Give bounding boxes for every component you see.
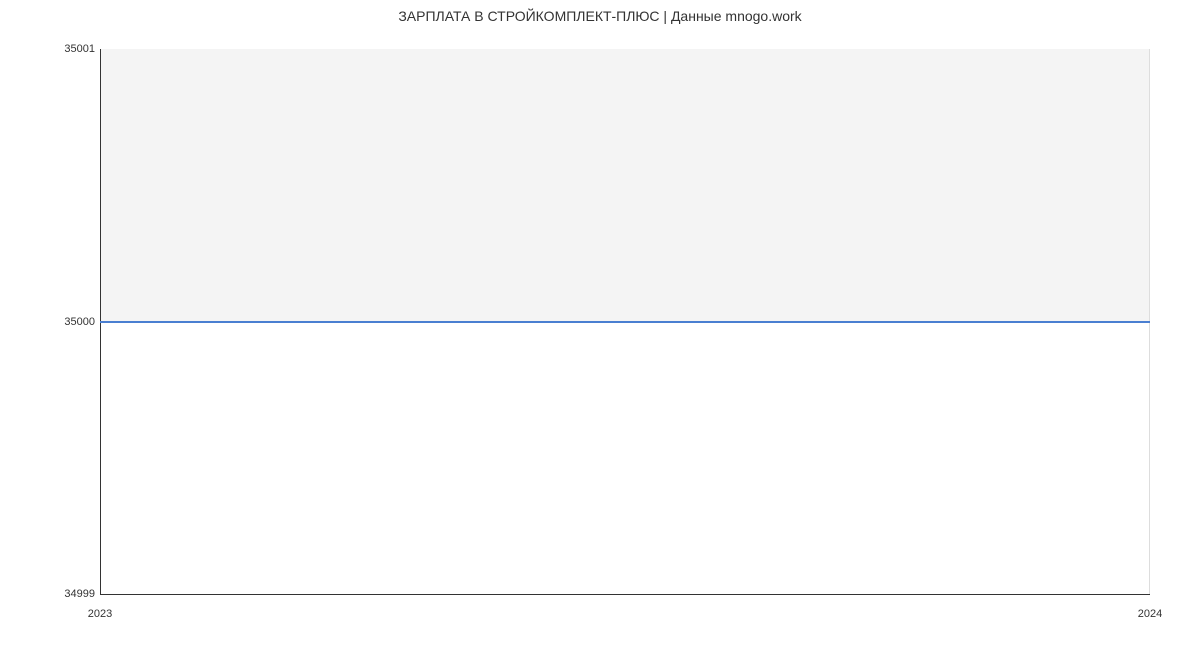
x-tick-label: 2024 — [1138, 608, 1162, 620]
data-line — [100, 321, 1150, 323]
y-tick-label: 35001 — [60, 43, 95, 55]
chart-container: ЗАРПЛАТА В СТРОЙКОМПЛЕКТ-ПЛЮС | Данные m… — [0, 0, 1200, 650]
chart-title: ЗАРПЛАТА В СТРОЙКОМПЛЕКТ-ПЛЮС | Данные m… — [0, 8, 1200, 24]
x-axis-line — [100, 594, 1150, 595]
plot-lower-bg — [100, 322, 1149, 594]
y-tick-label: 35000 — [60, 316, 95, 328]
plot-upper-bg — [100, 49, 1149, 322]
y-tick-label: 34999 — [60, 588, 95, 600]
x-tick-label: 2023 — [88, 608, 112, 620]
